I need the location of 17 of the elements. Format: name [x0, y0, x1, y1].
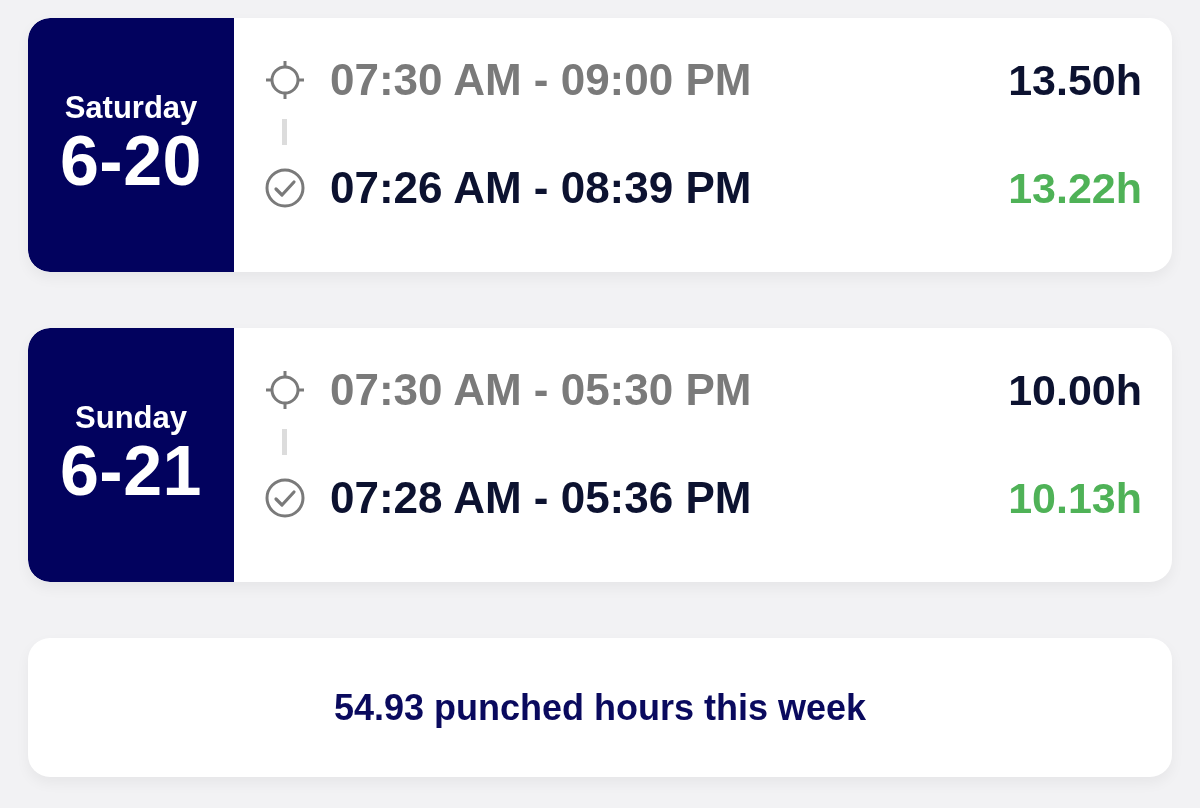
- hours-total: 10.00h: [1008, 364, 1142, 416]
- weekday-label: Sunday: [75, 401, 187, 436]
- hours-total: 13.22h: [1008, 162, 1142, 214]
- time-range: 07:26 AM - 08:39 PM: [330, 162, 752, 214]
- time-range: 07:28 AM - 05:36 PM: [330, 472, 752, 524]
- crosshair-icon: [265, 370, 305, 410]
- time-range: 07:30 AM - 09:00 PM: [330, 54, 752, 106]
- summary-text: 54.93 punched hours this week: [333, 685, 867, 730]
- time-range: 07:30 AM - 05:30 PM: [330, 364, 752, 416]
- weekday-label: Saturday: [64, 91, 198, 126]
- date-label: 6-20: [59, 125, 203, 199]
- hours-total: 13.50h: [1008, 54, 1142, 106]
- date-label: 6-21: [59, 435, 203, 509]
- check-circle-icon: [265, 168, 305, 208]
- hours-total: 10.13h: [1008, 472, 1142, 524]
- crosshair-icon: [265, 60, 305, 100]
- check-circle-icon: [265, 478, 305, 518]
